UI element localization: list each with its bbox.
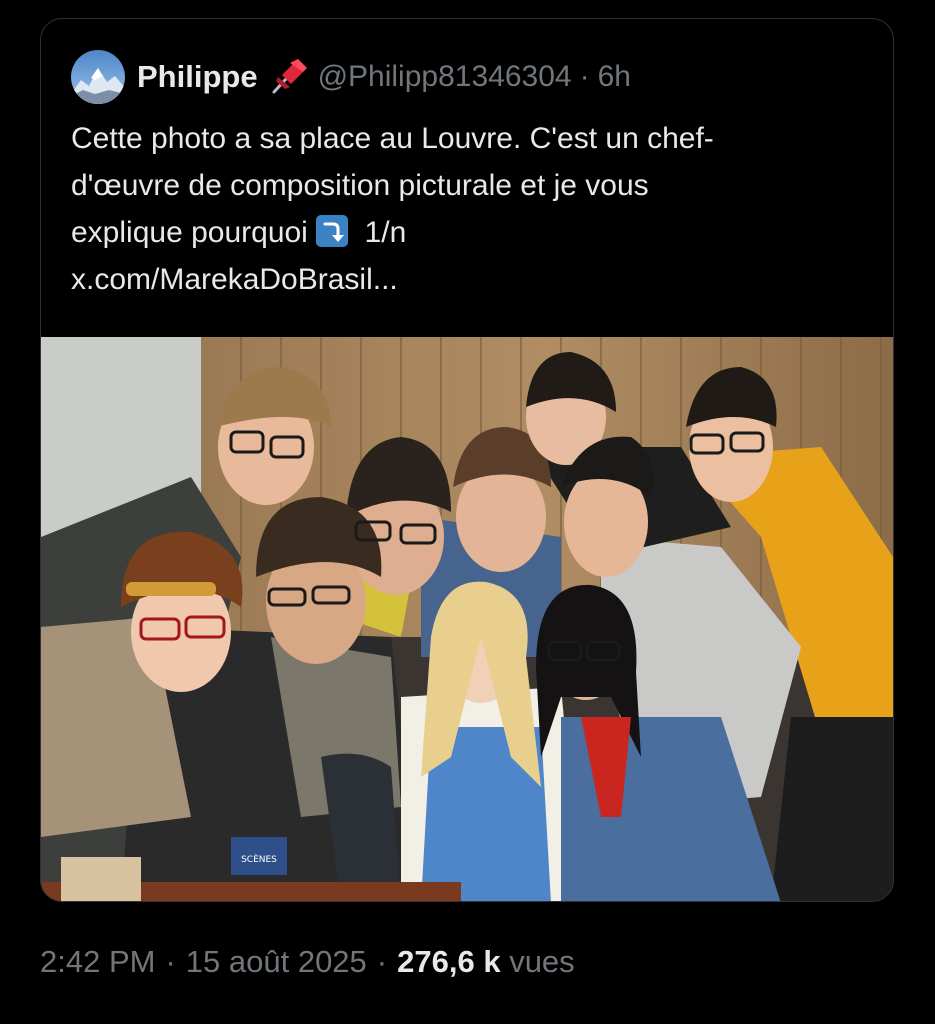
- header-separator: ·: [579, 60, 590, 93]
- views-label: vues: [509, 944, 575, 979]
- post-date[interactable]: 15 août 2025: [186, 944, 367, 979]
- post-time[interactable]: 2:42 PM: [40, 944, 155, 979]
- pushpin-icon: [268, 57, 308, 97]
- post-meta: 2:42 PM · 15 août 2025 · 276,6 k vues: [40, 944, 575, 980]
- author-handle[interactable]: @Philipp81346304: [318, 60, 572, 94]
- thread-counter: 1/n: [364, 216, 407, 249]
- quoted-post-card[interactable]: Philippe @Philipp81346304 · 6h Cette pho…: [40, 18, 894, 902]
- post-text-line: Cette photo a sa place au Louvre. C'est …: [71, 122, 714, 155]
- right-arrow-curving-down-icon: [316, 215, 349, 247]
- views-count[interactable]: 276,6 k: [397, 944, 500, 979]
- author-name[interactable]: Philippe: [137, 59, 258, 95]
- meta-separator: ·: [376, 944, 388, 979]
- photo-badge-text: SCÈNES: [241, 853, 277, 865]
- quoted-post-header: Philippe @Philipp81346304 · 6h: [71, 49, 631, 105]
- post-photo[interactable]: SCÈNES: [41, 337, 893, 901]
- post-link[interactable]: x.com/MarekaDoBrasil...: [71, 256, 871, 303]
- post-age[interactable]: 6h: [598, 60, 631, 94]
- post-text-line: d'œuvre de composition picturale et je v…: [71, 169, 649, 202]
- post-text-segment: explique pourquoi: [71, 216, 308, 249]
- post-detail-page: Philippe @Philipp81346304 · 6h Cette pho…: [0, 0, 935, 1024]
- post-text-line: explique pourquoi 1/n: [71, 209, 871, 256]
- quoted-post-text: Cette photo a sa place au Louvre. C'est …: [71, 115, 871, 303]
- meta-separator: ·: [165, 944, 176, 979]
- author-avatar[interactable]: [71, 50, 125, 104]
